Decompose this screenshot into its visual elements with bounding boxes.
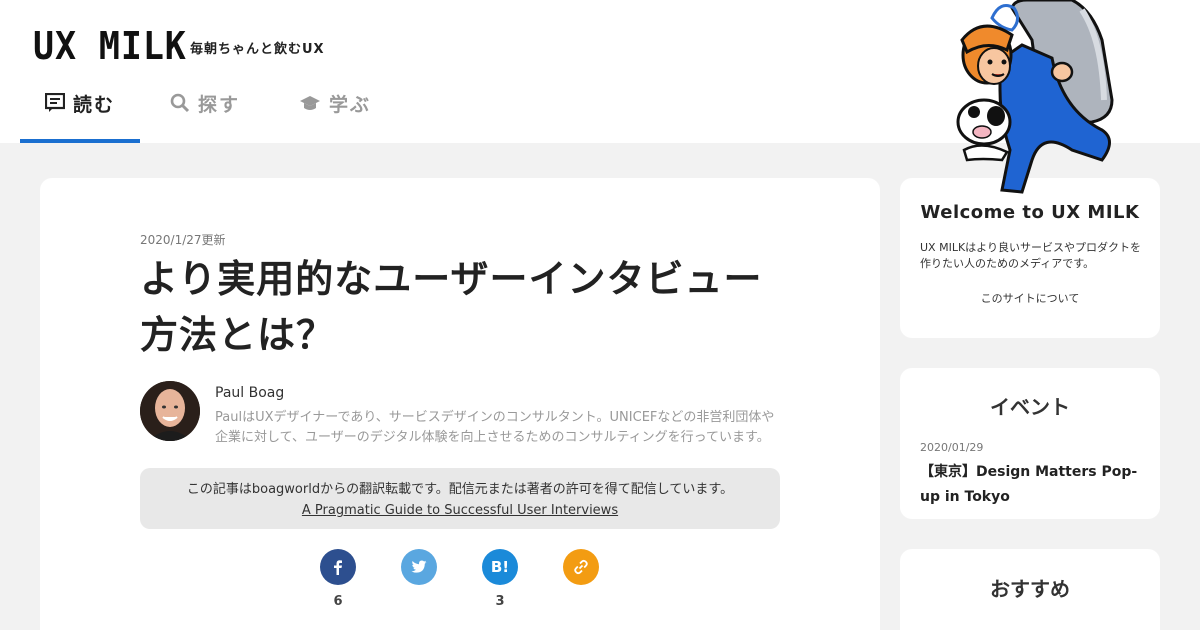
- link-share-count: [563, 594, 599, 610]
- source-article-link[interactable]: A Pragmatic Guide to Successful User Int…: [302, 503, 618, 518]
- nav-read-tab[interactable]: 読む: [20, 90, 140, 143]
- about-site-link[interactable]: このサイトについて: [900, 290, 1160, 306]
- facebook-share[interactable]: 6: [320, 549, 356, 610]
- recommend-card: おすすめ: [900, 549, 1160, 630]
- translation-notice: この記事はboagworldからの翻訳転載です。配信元または著者の許可を得て配信…: [140, 468, 780, 529]
- event-link[interactable]: 【東京】Design Matters Pop-up in Tokyo: [920, 460, 1145, 510]
- recommend-title: おすすめ: [990, 577, 1070, 601]
- welcome-card: Welcome to UX MILK UX MILKはより良いサービスやプロダク…: [900, 178, 1160, 338]
- copy-link-share[interactable]: [563, 549, 599, 610]
- nav-learn-label: 学ぶ: [328, 94, 371, 116]
- welcome-description: UX MILKはより良いサービスやプロダクトを作りたい人のためのメディアです。: [920, 241, 1141, 270]
- hatena-bookmark-share[interactable]: B! 3: [482, 549, 518, 610]
- author-bio: PaulはUXデザイナーであり、サービスデザインのコンサルタント。UNICEFな…: [215, 410, 775, 445]
- nav-read-label: 読む: [72, 94, 115, 116]
- hatena-share-count: 3: [495, 594, 505, 609]
- nav-search-label: 探す: [197, 94, 240, 116]
- facebook-share-count: 6: [333, 594, 343, 609]
- events-card: イベント 2020/01/29 【東京】Design Matters Pop-u…: [900, 368, 1160, 519]
- graduation-cap-icon: [299, 93, 321, 118]
- event-date: 2020/01/29: [920, 441, 984, 454]
- hatena-bookmark-glyph: B!: [490, 558, 510, 576]
- search-icon: [170, 93, 190, 118]
- site-tagline: 毎朝ちゃんと飲むUX: [190, 42, 325, 57]
- notice-text: この記事はboagworldからの翻訳転載です。配信元または著者の許可を得て配信…: [186, 482, 734, 497]
- events-title: イベント: [990, 395, 1070, 419]
- mascot-illustration: [956, 0, 1114, 194]
- author-avatar[interactable]: [140, 381, 200, 441]
- twitter-icon[interactable]: [401, 549, 437, 585]
- article-icon: [44, 92, 66, 118]
- twitter-share[interactable]: [401, 549, 437, 610]
- nav-learn-tab[interactable]: 学ぶ: [280, 90, 390, 143]
- site-logo[interactable]: UX MILK: [33, 27, 187, 65]
- link-icon[interactable]: [563, 549, 599, 585]
- welcome-title: Welcome to UX MILK: [920, 202, 1140, 223]
- hatena-bookmark-icon[interactable]: B!: [482, 549, 518, 585]
- article-updated-date: 2020/1/27更新: [140, 233, 226, 247]
- author-name[interactable]: Paul Boag: [215, 385, 284, 401]
- facebook-icon[interactable]: [320, 549, 356, 585]
- article-title: より実用的なユーザーインタビュー方法とは？: [140, 257, 763, 357]
- article-card: 2020/1/27更新 より実用的なユーザーインタビュー方法とは？ Paul B…: [40, 178, 880, 630]
- twitter-share-count: [401, 594, 437, 610]
- nav-search-tab[interactable]: 探す: [150, 90, 260, 143]
